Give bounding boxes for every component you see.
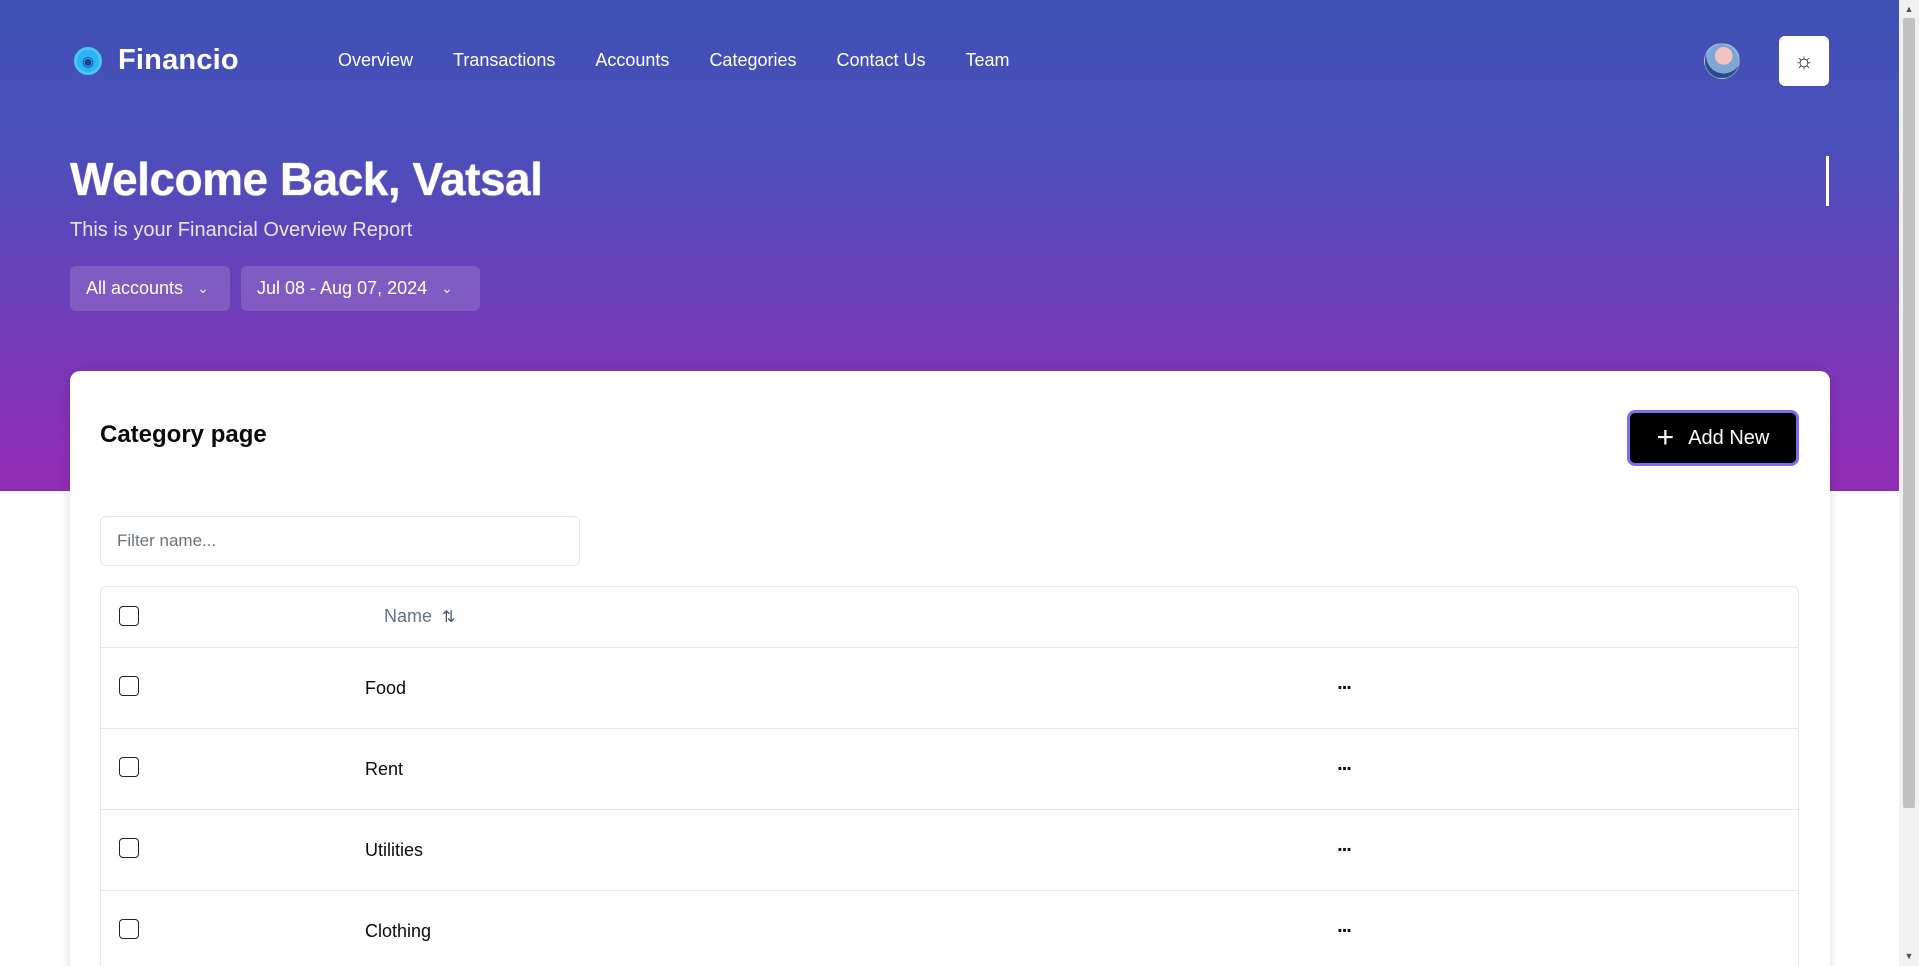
card-title: Category page <box>100 421 267 448</box>
category-table: Name ⇅ Food ... Rent ... Utilities ... C… <box>100 586 1799 966</box>
nav-item-overview[interactable]: Overview <box>338 50 413 71</box>
account-filter-label: All accounts <box>86 278 184 298</box>
category-name: Clothing <box>365 921 432 941</box>
row-checkbox[interactable] <box>119 676 139 696</box>
chevron-down-icon: ⌄ <box>441 280 453 296</box>
brand-logo[interactable]: ◉ Financio <box>74 44 239 77</box>
row-actions-button[interactable]: ... <box>1329 753 1359 783</box>
chevron-down-icon: ⌄ <box>197 280 209 296</box>
globe-icon: ◉ <box>74 46 102 75</box>
row-actions-button[interactable]: ... <box>1329 915 1359 945</box>
nav-item-team[interactable]: Team <box>966 50 1010 71</box>
row-actions-button[interactable]: ... <box>1329 672 1359 702</box>
scroll-up-icon[interactable]: ▲ <box>1903 3 1915 15</box>
table-row: Utilities ... <box>101 809 1798 890</box>
table-row: Rent ... <box>101 728 1798 809</box>
nav-item-accounts[interactable]: Accounts <box>595 50 669 71</box>
nav-item-transactions[interactable]: Transactions <box>453 50 555 71</box>
category-name: Rent <box>365 759 404 779</box>
table-row: Food ... <box>101 647 1798 728</box>
page-subtitle: This is your Financial Overview Report <box>70 219 413 241</box>
text-cursor <box>1826 156 1829 206</box>
brand-name: Financio <box>118 44 239 76</box>
row-checkbox[interactable] <box>119 919 139 939</box>
select-all-checkbox[interactable] <box>119 606 139 626</box>
sort-icon: ⇅ <box>442 608 456 626</box>
row-checkbox[interactable] <box>119 757 139 777</box>
table-header-row: Name ⇅ <box>101 587 1798 647</box>
category-name: Utilities <box>365 840 424 860</box>
add-new-button[interactable]: + Add New <box>1627 410 1799 466</box>
name-column-label: Name <box>384 606 433 626</box>
nav-item-categories[interactable]: Categories <box>709 50 796 71</box>
date-range-select[interactable]: Jul 08 - Aug 07, 2024 ⌄ <box>241 266 480 311</box>
category-name: Food <box>365 678 407 698</box>
user-avatar[interactable] <box>1704 43 1740 79</box>
page-scrollbar[interactable]: ▲ ▼ <box>1899 0 1919 966</box>
category-card: Category page + Add New Name ⇅ Food ... … <box>70 371 1830 966</box>
theme-toggle-button[interactable]: ☼ <box>1779 36 1829 86</box>
filter-name-input[interactable] <box>100 516 580 566</box>
sun-icon: ☼ <box>1793 48 1815 73</box>
add-new-label: Add New <box>1688 426 1770 449</box>
row-actions-button[interactable]: ... <box>1329 834 1359 864</box>
date-range-label: Jul 08 - Aug 07, 2024 <box>257 278 428 298</box>
page-title: Welcome Back, Vatsal <box>70 153 543 205</box>
name-column-header[interactable]: Name ⇅ <box>384 606 455 627</box>
account-filter-select[interactable]: All accounts ⌄ <box>70 266 230 311</box>
table-row: Clothing ... <box>101 890 1798 966</box>
plus-icon: + <box>1656 421 1675 454</box>
scroll-down-icon[interactable]: ▼ <box>1903 950 1915 962</box>
nav-item-contact-us[interactable]: Contact Us <box>836 50 925 71</box>
scrollbar-thumb[interactable] <box>1903 18 1915 808</box>
row-checkbox[interactable] <box>119 838 139 858</box>
main-nav: Overview Transactions Accounts Categorie… <box>338 50 1050 71</box>
